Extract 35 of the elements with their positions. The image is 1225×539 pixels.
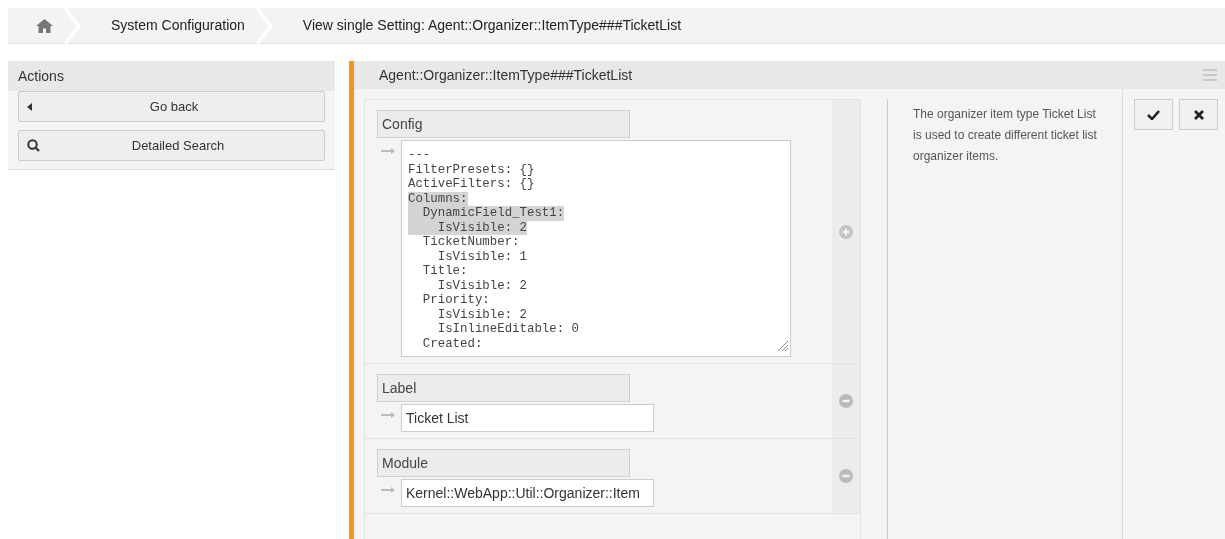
search-button[interactable]: Detailed Search (18, 130, 325, 161)
arrow-icon (381, 412, 395, 418)
back-button[interactable]: Go back (18, 91, 325, 122)
code-line: TicketNumber: (421, 235, 520, 250)
code-line: IsInlineEditable: 0 (436, 322, 580, 337)
panel-title: Actions (18, 66, 64, 86)
code-line: IsVisible: 2 (436, 307, 527, 322)
code-line: Created: (421, 336, 483, 351)
breadcrumb-link[interactable]: View single Setting: Agent::Organizer::ItemType###TicketList (302, 15, 682, 36)
breadcrumb-link[interactable]: System Configuration (111, 15, 245, 36)
setting-description: The organizer item type Ticket List is used to create different ticket list organizer items. (913, 107, 1097, 163)
arrow-icon (381, 487, 395, 493)
text-input[interactable]: Kernel::WebApp::Util::Organizer::Item (401, 479, 654, 507)
checkmark-icon (1147, 109, 1160, 120)
code-line: IsVisible: 2 (436, 278, 527, 293)
code-line: Title: (421, 264, 468, 279)
resize-grip-icon[interactable] (778, 341, 788, 352)
close-icon (1193, 109, 1204, 120)
code-line: FilterPresets: {} (408, 162, 535, 177)
search-icon (27, 139, 40, 152)
home-icon[interactable] (36, 18, 53, 33)
field-label: Module (377, 449, 630, 477)
field-label: Config (377, 110, 630, 138)
setting-title: Agent::Organizer::ItemType###TicketList (379, 65, 634, 85)
code-line: --- (408, 148, 431, 163)
code-line: ActiveFilters: {} (408, 177, 535, 192)
config-editor[interactable]: --- FilterPresets: {} ActiveFilters: {} Columns: DynamicField_Test1: IsVisible: 2 TicketNumber: IsVisible: 1 Title: IsVisible: 2 Priority: IsVisible: 2 IsInlineEditable: 0 Created: (401, 140, 791, 357)
arrow-icon (381, 148, 395, 154)
code-line: IsVisible: 1 (436, 249, 527, 264)
field-label: Label (377, 374, 630, 402)
save-button[interactable] (1134, 99, 1173, 130)
text-input[interactable]: Ticket List (401, 404, 654, 432)
cancel-button[interactable] (1179, 99, 1218, 130)
caret-icon (27, 102, 32, 111)
code-line: Priority: (421, 293, 490, 308)
